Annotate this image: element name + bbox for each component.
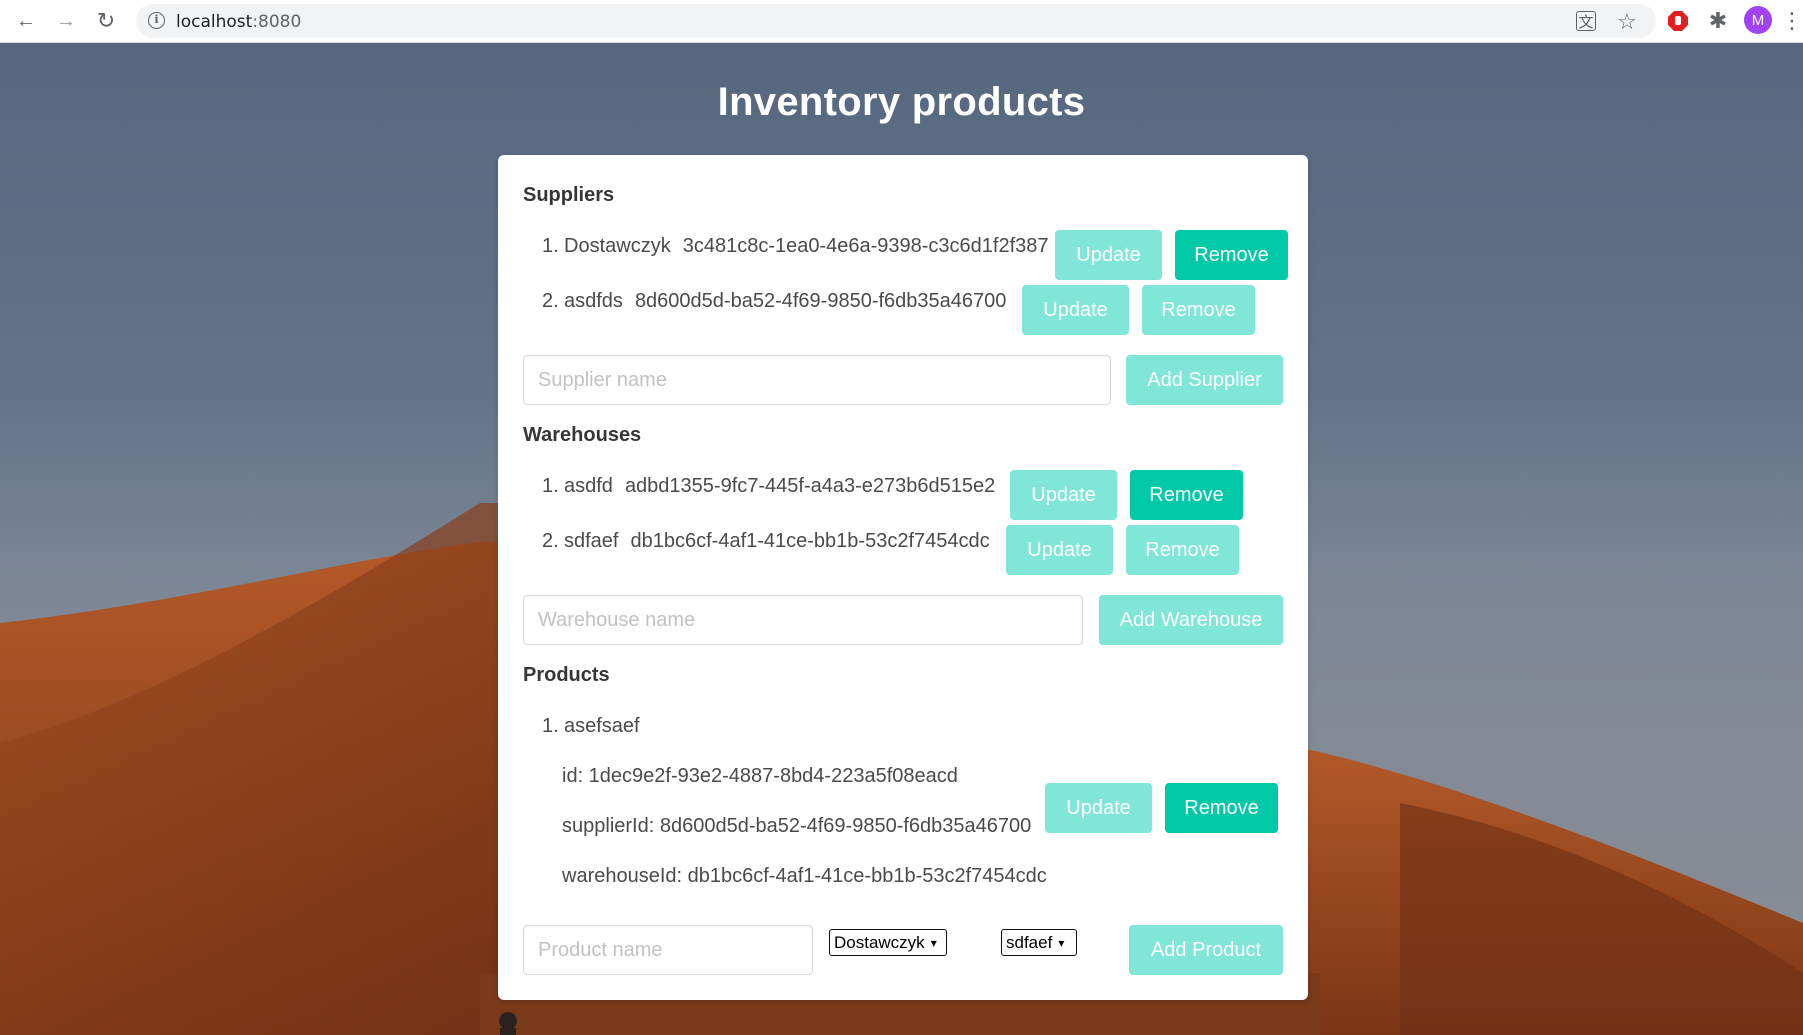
- update-supplier-button[interactable]: Update: [1055, 230, 1162, 280]
- url-text: localhost:8080: [176, 12, 302, 32]
- reload-icon[interactable]: ↻: [92, 7, 120, 35]
- remove-supplier-button[interactable]: Remove: [1175, 230, 1288, 280]
- warehouse-select[interactable]: sdfaef ▾: [1001, 929, 1077, 956]
- remove-warehouse-button[interactable]: Remove: [1130, 470, 1243, 520]
- chevron-down-icon: ▾: [1058, 935, 1065, 950]
- supplier-item: 2. asdfds 8d600d5d-ba52-4f69-9850-f6db35a4…: [542, 290, 1007, 312]
- warehouse-name-input[interactable]: [523, 595, 1083, 645]
- page-title: Inventory products: [717, 80, 1086, 124]
- inventory-card: Suppliers 1. Dostawczyk 3c481c8c-1ea0-4e6a…: [498, 155, 1308, 1000]
- update-product-button[interactable]: Update: [1045, 783, 1152, 833]
- profile-avatar[interactable]: M: [1744, 6, 1772, 34]
- product-item-name: 1. asefsaef: [542, 715, 640, 737]
- back-icon[interactable]: ←: [12, 7, 40, 35]
- update-supplier-button[interactable]: Update: [1022, 285, 1129, 335]
- bookmark-star-icon[interactable]: ☆: [1616, 9, 1638, 34]
- supplier-item: 1. Dostawczyk 3c481c8c-1ea0-4e6a-9398-c3c6…: [542, 235, 1049, 257]
- adblock-extension-icon[interactable]: [1664, 7, 1692, 35]
- address-bar[interactable]: i localhost:8080 文 ☆: [136, 4, 1656, 38]
- products-heading: Products: [523, 664, 610, 686]
- update-warehouse-button[interactable]: Update: [1006, 525, 1113, 575]
- product-name-input[interactable]: [523, 925, 813, 975]
- add-product-button[interactable]: Add Product: [1129, 925, 1283, 975]
- update-warehouse-button[interactable]: Update: [1010, 470, 1117, 520]
- browser-menu-icon[interactable]: ⋮: [1778, 7, 1803, 35]
- supplier-name-input[interactable]: [523, 355, 1111, 405]
- product-warehouse-id: warehouseId: db1bc6cf-4af1-41ce-bb1b-53c…: [562, 865, 1047, 887]
- product-id: id: 1dec9e2f-93e2-4887-8bd4-223a5f08eacd: [562, 765, 958, 787]
- warehouse-item: 2. sdfaef db1bc6cf-4af1-41ce-bb1b-53c2f745…: [542, 530, 990, 552]
- chevron-down-icon: ▾: [930, 935, 937, 950]
- warehouse-item: 1. asdfd adbd1355-9fc7-445f-a4a3-e273b6d51…: [542, 475, 996, 497]
- remove-warehouse-button[interactable]: Remove: [1126, 525, 1239, 575]
- forward-icon[interactable]: →: [52, 7, 80, 35]
- supplier-select[interactable]: Dostawczyk ▾: [829, 929, 947, 956]
- remove-product-button[interactable]: Remove: [1165, 783, 1278, 833]
- product-supplier-id: supplierId: 8d600d5d-ba52-4f69-9850-f6db…: [562, 815, 1032, 837]
- warehouses-heading: Warehouses: [523, 424, 642, 446]
- site-info-icon[interactable]: i: [148, 12, 165, 29]
- remove-supplier-button[interactable]: Remove: [1142, 285, 1255, 335]
- add-warehouse-button[interactable]: Add Warehouse: [1099, 595, 1283, 645]
- extensions-puzzle-icon[interactable]: ✱: [1704, 7, 1732, 35]
- suppliers-heading: Suppliers: [523, 184, 615, 206]
- add-supplier-button[interactable]: Add Supplier: [1126, 355, 1283, 405]
- translate-icon[interactable]: 文: [1576, 11, 1596, 31]
- browser-toolbar: ← → ↻ i localhost:8080 文 ☆ ✱ M ⋮: [0, 0, 1803, 43]
